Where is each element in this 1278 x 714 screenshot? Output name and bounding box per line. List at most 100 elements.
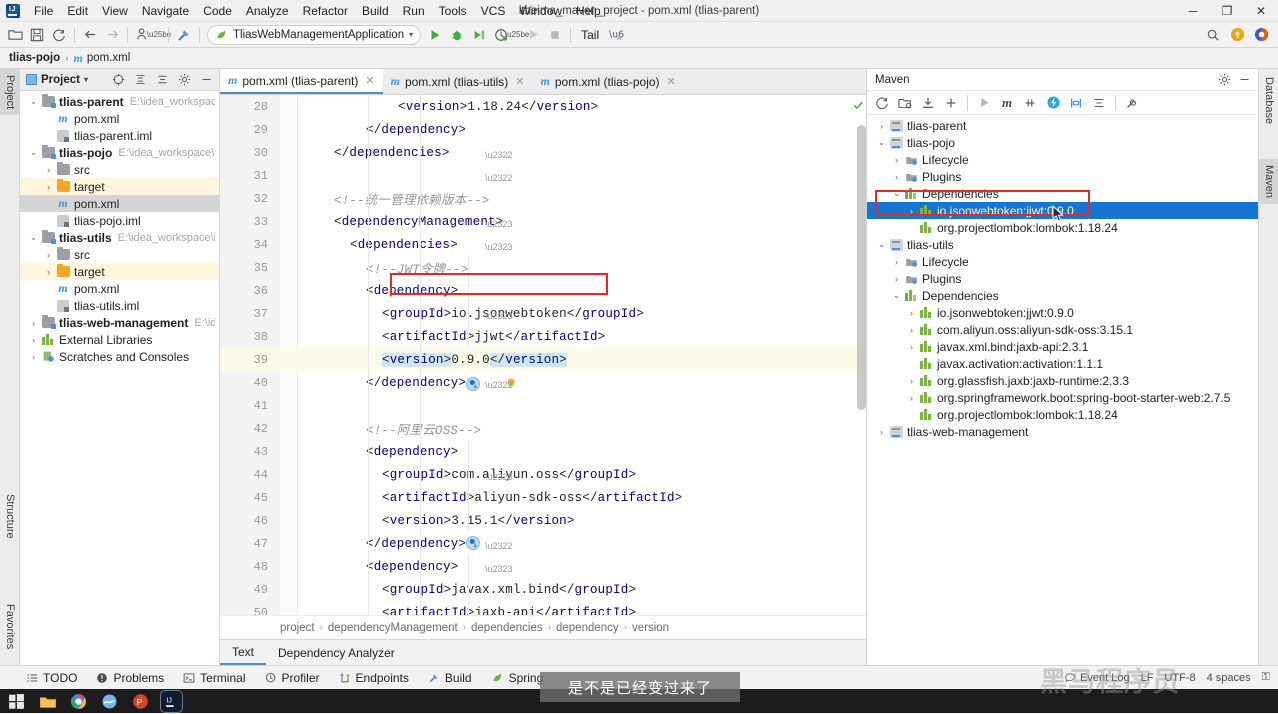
execute-maven-goal-icon[interactable]: m xyxy=(996,93,1018,113)
menu-file[interactable]: File xyxy=(27,1,60,21)
search-everywhere-icon[interactable] xyxy=(1202,24,1224,46)
chevron-right-icon[interactable]: › xyxy=(890,155,903,165)
tool-tab-favorites[interactable]: Favorites xyxy=(0,598,20,655)
chevron-down-icon[interactable]: ⌄ xyxy=(27,147,40,158)
editor-bottom-tab[interactable]: Dependency Analyzer xyxy=(266,640,407,665)
idea-feature-icon[interactable] xyxy=(1250,24,1272,46)
fold-marker-33[interactable]: \u2323 xyxy=(485,219,513,229)
project-tree-row[interactable]: tlias-pojo.iml xyxy=(20,212,219,229)
code-line[interactable]: 33 <dependencyManagement> xyxy=(220,210,866,233)
code-line[interactable]: 44 <groupId>com.aliyun.oss</groupId> xyxy=(220,463,866,486)
maven-tree-row[interactable]: javax.activation:activation:1.1.1 xyxy=(867,355,1258,372)
update-available-icon[interactable] xyxy=(1226,24,1248,46)
code-line[interactable]: 41 xyxy=(220,394,866,417)
maven-tree-row[interactable]: › com.aliyun.oss:aliyun-sdk-oss:3.15.1 xyxy=(867,321,1258,338)
code-line[interactable]: 31 xyxy=(220,164,866,187)
tool-button-problems[interactable]: Problems xyxy=(88,669,172,687)
code-text[interactable]: <groupId>io.jsonwebtoken</groupId> xyxy=(302,307,644,321)
chevron-down-icon[interactable]: ⌄ xyxy=(27,232,40,243)
code-line[interactable]: 42 <!--阿里云OSS--> xyxy=(220,417,866,440)
editor-tab[interactable]: m pom.xml (tlias-parent) ✕ xyxy=(220,69,383,94)
menu-run[interactable]: Run xyxy=(396,1,432,21)
project-tree-row[interactable]: m pom.xml xyxy=(20,110,219,127)
editor-bottom-tabs[interactable]: Text Dependency Analyzer xyxy=(220,639,866,665)
run-maven-build-icon[interactable] xyxy=(973,93,995,113)
fold-marker-47[interactable]: \u2322 xyxy=(485,541,513,551)
editor-scrollbar-thumb[interactable] xyxy=(857,125,866,410)
inspection-status-icon[interactable] xyxy=(852,99,864,111)
maven-tree-row[interactable]: ⌄ tlias-utils xyxy=(867,236,1258,253)
code-text[interactable]: <version>3.15.1</version> xyxy=(302,514,575,528)
editor-bottom-tab[interactable]: Text xyxy=(220,640,267,665)
project-tree[interactable]: ⌄tlias-parentE:\idea_workspace\itheimpom… xyxy=(20,91,219,365)
project-tree-row[interactable]: › src xyxy=(20,246,219,263)
menu-navigate[interactable]: Navigate xyxy=(135,1,196,21)
close-button[interactable]: ✕ xyxy=(1244,0,1278,22)
code-text[interactable]: </dependency> xyxy=(302,376,466,390)
breadcrumb-item[interactable]: version xyxy=(632,622,669,634)
project-tree-row[interactable]: ⌄ tlias-pojo E:\idea_workspace\ithein xyxy=(20,144,219,161)
tool-tab-structure[interactable]: Structure xyxy=(0,488,20,545)
fold-marker-29[interactable]: \u2322 xyxy=(485,150,513,160)
lock-icon[interactable]: ⚿ xyxy=(1262,671,1270,684)
run-button[interactable] xyxy=(424,24,446,46)
chevron-down-icon[interactable]: ⌄ xyxy=(890,188,903,199)
chevron-right-icon[interactable]: › xyxy=(27,318,40,328)
code-line[interactable]: 49 <groupId>javax.xml.bind</groupId> xyxy=(220,578,866,601)
code-line[interactable]: 28 <version>1.18.24</version> xyxy=(220,95,866,118)
project-tree-row[interactable]: ⌄ tlias-parent E:\idea_workspace\ithei xyxy=(20,93,219,110)
breadcrumb-item[interactable]: dependencyManagement xyxy=(328,622,458,634)
encoding-status[interactable]: UTF-8 xyxy=(1164,672,1195,684)
run-config-caret-icon[interactable]: ▾ xyxy=(409,30,413,39)
code-text[interactable]: <dependency> xyxy=(302,445,458,459)
navbar-module[interactable]: tlias-pojo xyxy=(6,52,63,64)
fold-marker-36[interactable]: \u2323 xyxy=(485,311,513,321)
editor-tab[interactable]: m pom.xml (tlias-utils) ✕ xyxy=(382,69,533,94)
breadcrumb-item[interactable]: project xyxy=(280,622,315,634)
project-tree-row[interactable]: › target xyxy=(20,178,219,195)
chevron-right-icon[interactable]: › xyxy=(890,257,903,267)
chevron-right-icon[interactable]: › xyxy=(42,182,55,192)
code-text[interactable]: <artifactId>aliyun-sdk-oss</artifactId> xyxy=(302,491,682,505)
tool-button-endpoints[interactable]: Endpoints xyxy=(331,669,417,687)
code-editor[interactable]: 28 <version>1.18.24</version> 29 </dependen… xyxy=(220,95,866,615)
expand-all-icon[interactable] xyxy=(130,70,150,90)
reload-projects-icon[interactable] xyxy=(871,93,893,113)
code-text[interactable]: <!--统一管理依赖版本--> xyxy=(302,189,490,208)
show-dependencies-icon[interactable] xyxy=(1065,93,1087,113)
chevron-right-icon[interactable]: › xyxy=(42,267,55,277)
close-tab-icon[interactable]: ✕ xyxy=(667,75,676,88)
chevron-right-icon[interactable]: › xyxy=(875,121,888,131)
tool-tab-maven[interactable]: Maven xyxy=(1259,159,1278,205)
maven-tree-row[interactable]: ⌄ tlias-pojo xyxy=(867,134,1258,151)
chevron-right-icon[interactable]: › xyxy=(875,427,888,437)
generate-sources-icon[interactable] xyxy=(894,93,916,113)
build-hammer-icon[interactable] xyxy=(173,24,195,46)
menu-edit[interactable]: Edit xyxy=(60,1,95,21)
code-text[interactable]: </dependency> xyxy=(302,123,466,137)
project-tree-row[interactable]: m pom.xml xyxy=(20,280,219,297)
code-text[interactable]: <!--JWT令牌--> xyxy=(302,258,468,277)
translate-icon[interactable]: \u6587A xyxy=(605,24,627,46)
run-with-coverage-button[interactable] xyxy=(468,24,490,46)
maven-tree-row[interactable]: › org.glassfish.jaxb:jaxb-runtime:2.3.3 xyxy=(867,372,1258,389)
maven-tree-row[interactable]: › Plugins xyxy=(867,168,1258,185)
maven-tree-row[interactable]: › tlias-web-management xyxy=(867,423,1258,440)
project-tree-row[interactable]: tlias-utils.iml xyxy=(20,297,219,314)
chevron-right-icon[interactable]: › xyxy=(27,352,40,362)
project-tree-row[interactable]: tlias-parent.iml xyxy=(20,127,219,144)
chevron-right-icon[interactable]: › xyxy=(890,274,903,284)
chevron-right-icon[interactable]: › xyxy=(905,325,918,335)
forward-arrow-icon[interactable] xyxy=(101,24,123,46)
gear-icon[interactable] xyxy=(174,70,194,90)
chevron-right-icon[interactable]: › xyxy=(27,335,40,345)
code-line[interactable]: 48 <dependency> xyxy=(220,555,866,578)
maven-tree-row[interactable]: › org.springframework.boot:spring-boot-st… xyxy=(867,389,1258,406)
chevron-right-icon[interactable]: › xyxy=(905,308,918,318)
project-tree-row[interactable]: m pom.xml xyxy=(20,195,219,212)
project-tree-row[interactable]: › tlias-web-management E:\idea_w xyxy=(20,314,219,331)
fold-marker-43[interactable]: \u2323 xyxy=(485,472,513,482)
menu-refactor[interactable]: Refactor xyxy=(296,1,355,21)
debug-button[interactable] xyxy=(446,24,468,46)
code-text[interactable]: <dependencies> xyxy=(302,238,458,252)
